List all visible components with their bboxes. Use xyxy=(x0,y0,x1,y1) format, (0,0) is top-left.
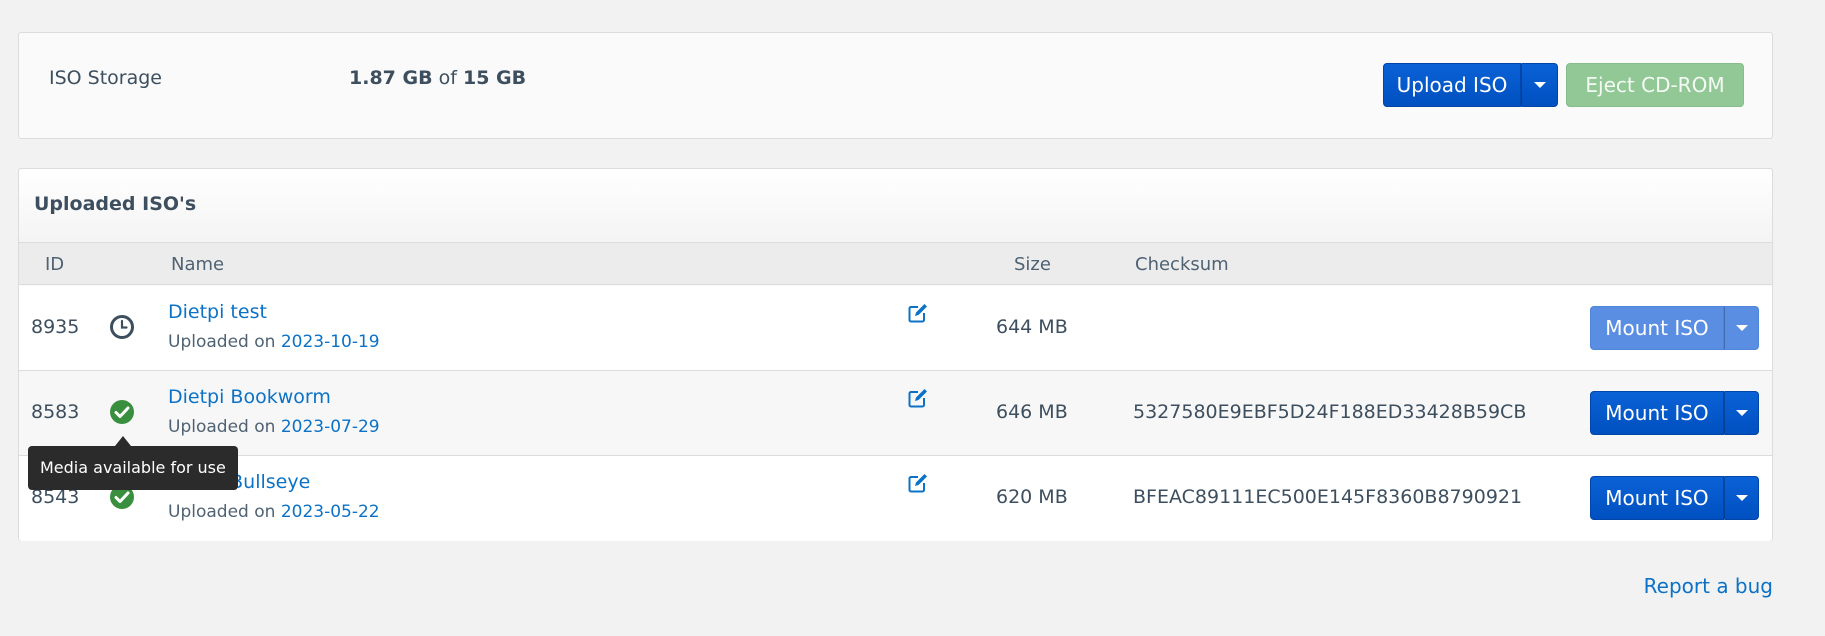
eject-cdrom-button[interactable]: Eject CD-ROM xyxy=(1566,63,1744,107)
uploaded-isos-panel: Uploaded ISO's ID Name Size Checksum 893… xyxy=(18,168,1773,541)
mount-iso-dropdown-toggle[interactable] xyxy=(1724,391,1759,435)
chevron-down-icon xyxy=(1735,325,1748,331)
storage-total: 15 GB xyxy=(463,67,527,89)
table-row: 8935 Dietpi test Uploaded on 2023-10-19 … xyxy=(19,286,1772,371)
upload-iso-dropdown-toggle[interactable] xyxy=(1521,63,1558,107)
iso-storage-panel: ISO Storage 1.87 GB of 15 GB Upload ISO … xyxy=(18,32,1773,139)
iso-id: 8583 xyxy=(31,401,80,423)
iso-size: 646 MB xyxy=(996,401,1068,423)
edit-icon[interactable] xyxy=(907,387,929,409)
uploaded-on-label: Uploaded on xyxy=(168,417,276,437)
iso-size: 620 MB xyxy=(996,486,1068,508)
chevron-down-icon xyxy=(1735,410,1748,416)
iso-size: 644 MB xyxy=(996,316,1068,338)
storage-of: of xyxy=(438,67,457,89)
upload-date: 2023-07-29 xyxy=(280,417,380,437)
panel-heading: Uploaded ISO's xyxy=(19,169,1772,243)
iso-checksum: 5327580E9EBF5D24F188ED33428B59CB xyxy=(1133,401,1527,423)
iso-storage-usage: 1.87 GB of 15 GB xyxy=(349,67,526,89)
iso-checksum: BFEAC89111EC500E145F8360B8790921 xyxy=(1133,486,1523,508)
check-circle-icon[interactable] xyxy=(109,399,135,425)
upload-date: 2023-05-22 xyxy=(280,502,380,522)
iso-upload-info: Uploaded on 2023-05-22 xyxy=(168,502,380,522)
upload-iso-button[interactable]: Upload ISO xyxy=(1383,63,1521,107)
storage-used: 1.87 GB xyxy=(349,67,433,89)
mount-iso-button[interactable]: Mount ISO xyxy=(1590,391,1724,435)
tooltip-arrow xyxy=(115,436,131,446)
edit-icon[interactable] xyxy=(907,472,929,494)
report-bug-link[interactable]: Report a bug xyxy=(1644,574,1773,598)
chevron-down-icon xyxy=(1735,495,1748,501)
iso-id: 8935 xyxy=(31,316,80,338)
mount-iso-dropdown-toggle[interactable] xyxy=(1724,476,1759,520)
iso-storage-label: ISO Storage xyxy=(49,67,162,89)
status-tooltip: Media available for use xyxy=(28,446,238,490)
table-header: ID Name Size Checksum xyxy=(19,243,1772,285)
edit-icon[interactable] xyxy=(907,302,929,324)
clock-icon xyxy=(110,315,134,339)
mount-iso-button[interactable]: Mount ISO xyxy=(1590,476,1724,520)
iso-upload-info: Uploaded on 2023-07-29 xyxy=(168,417,380,437)
table-row: 8583 Dietpi Bookworm Uploaded on 2023-07… xyxy=(19,371,1772,456)
uploaded-on-label: Uploaded on xyxy=(168,502,276,522)
table-row: 8543 DietPI Bullseye Uploaded on 2023-05… xyxy=(19,456,1772,541)
upload-date: 2023-10-19 xyxy=(280,332,380,352)
column-header-size: Size xyxy=(1014,254,1051,275)
iso-name-link[interactable]: Dietpi Bookworm xyxy=(168,386,331,408)
panel-title: Uploaded ISO's xyxy=(34,193,197,215)
mount-iso-button[interactable]: Mount ISO xyxy=(1590,306,1724,350)
column-header-checksum: Checksum xyxy=(1135,254,1229,275)
column-header-name: Name xyxy=(171,254,225,275)
mount-iso-dropdown-toggle[interactable] xyxy=(1724,306,1759,350)
uploaded-on-label: Uploaded on xyxy=(168,332,276,352)
chevron-down-icon xyxy=(1533,82,1546,88)
column-header-id: ID xyxy=(45,254,65,275)
iso-upload-info: Uploaded on 2023-10-19 xyxy=(168,332,380,352)
iso-name-link[interactable]: Dietpi test xyxy=(168,301,267,323)
